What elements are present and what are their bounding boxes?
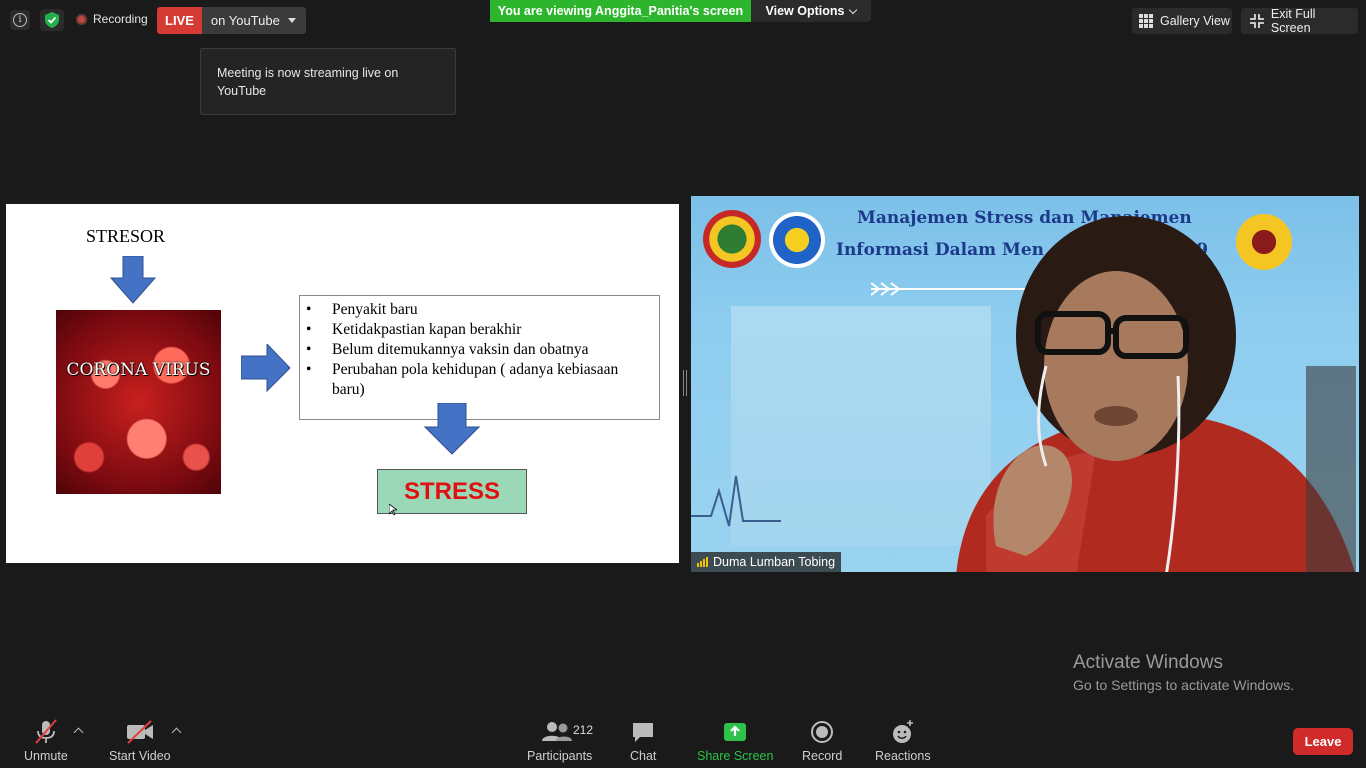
bullet-item: • Penyakit baru <box>306 301 418 318</box>
mouse-cursor-icon <box>389 504 397 516</box>
reactions-label: Reactions <box>875 749 931 763</box>
stressor-bullet-list: • Penyakit baru • Ketidakpastian kapan ber… <box>299 295 660 420</box>
smiley-plus-icon <box>890 719 916 745</box>
recording-dot-icon <box>76 13 87 25</box>
exit-fullscreen-icon <box>1250 14 1264 28</box>
institution-logo-1 <box>703 210 761 268</box>
view-options-label: View Options <box>765 4 845 18</box>
bullet-item: • Ketidakpastian kapan berakhir <box>306 321 522 338</box>
start-video-button[interactable]: Start Video <box>109 719 171 763</box>
top-bar: i Recording LIVE on YouTube You are view… <box>0 0 1366 42</box>
gallery-view-label: Gallery View <box>1160 14 1230 28</box>
bullet-item: • Belum ditemukannya vaksin dan obatnya <box>306 341 589 358</box>
stresor-heading: STRESOR <box>86 226 166 246</box>
institution-logo-2 <box>769 212 825 268</box>
meeting-toolbar: Unmute Start Video Participants 212 Chat… <box>0 713 1366 768</box>
activate-windows-title: Activate Windows <box>1073 652 1223 673</box>
view-options-button[interactable]: View Options <box>751 0 871 22</box>
live-destination-label: on YouTube <box>210 13 280 28</box>
shared-screen-slide: STRESOR CORONA VIRUS • Penyakit baru • Ket… <box>6 204 679 563</box>
chat-bubble-icon <box>630 719 656 745</box>
viewing-screen-banner: You are viewing Anggita_Panitia's screen <box>490 0 751 22</box>
participant-name: Duma Lumban Tobing <box>713 555 836 569</box>
virus-caption: CORONA VIRUS <box>66 360 211 380</box>
chat-label: Chat <box>630 749 657 763</box>
share-screen-label: Share Screen <box>697 749 774 763</box>
activate-windows-watermark: Activate Windows Go to Settings to activ… <box>1073 652 1294 693</box>
streaming-notification: Meeting is now streaming live on YouTube <box>200 48 456 115</box>
grid-icon <box>1139 14 1153 28</box>
zoom-meeting-window: i Recording LIVE on YouTube You are view… <box>0 0 1366 768</box>
arrow-right-icon <box>241 344 291 392</box>
recording-label: Recording <box>93 12 148 26</box>
live-stream-control[interactable]: LIVE on YouTube <box>157 7 306 34</box>
bullet-item: • Perubahan pola kehidupan ( adanya kebia… <box>306 361 619 398</box>
recording-indicator[interactable]: Recording <box>76 12 148 26</box>
activate-windows-subtitle: Go to Settings to activate Windows. <box>1073 677 1294 693</box>
start-video-label: Start Video <box>109 749 171 763</box>
info-icon: i <box>13 13 27 27</box>
speaker-video-feed <box>956 216 1356 572</box>
participant-video-tile[interactable]: Manajemen Stress dan Manajemen Informasi… <box>691 196 1359 572</box>
corona-virus-image: CORONA VIRUS <box>56 310 221 494</box>
arrow-down-icon <box>109 256 157 304</box>
share-screen-button[interactable]: Share Screen <box>697 719 773 763</box>
live-badge: LIVE <box>157 7 202 34</box>
unmute-button[interactable]: Unmute <box>24 719 68 763</box>
participants-count: 212 <box>573 723 594 737</box>
security-button[interactable] <box>40 9 64 31</box>
record-icon <box>810 719 834 745</box>
share-screen-icon <box>722 719 748 745</box>
participant-nameplate: Duma Lumban Tobing <box>691 552 842 572</box>
video-camera-off-icon <box>124 719 156 745</box>
audio-options-chevron-icon[interactable] <box>73 727 84 738</box>
arrow-down-icon <box>424 403 480 455</box>
leave-button[interactable]: Leave <box>1293 728 1353 755</box>
signal-strength-icon <box>697 557 708 567</box>
split-view-resize-handle[interactable] <box>683 370 687 396</box>
video-options-chevron-icon[interactable] <box>171 727 182 738</box>
shield-check-icon <box>45 12 59 28</box>
record-label: Record <box>802 749 843 763</box>
heartbeat-line-graphic <box>691 475 781 527</box>
stress-result-box: STRESS <box>377 469 527 514</box>
reactions-button[interactable]: Reactions <box>875 719 931 763</box>
participants-label: Participants <box>527 749 593 763</box>
gallery-view-button[interactable]: Gallery View <box>1132 8 1232 34</box>
meeting-info-button[interactable]: i <box>10 10 30 30</box>
live-destination-dropdown[interactable]: on YouTube <box>201 7 306 34</box>
chat-button[interactable]: Chat <box>630 719 656 763</box>
record-button[interactable]: Record <box>802 719 842 763</box>
chevron-down-icon <box>849 5 858 14</box>
unmute-label: Unmute <box>24 749 68 763</box>
microphone-muted-icon <box>31 719 61 745</box>
caret-down-icon <box>287 18 296 23</box>
exit-full-screen-label: Exit Full Screen <box>1270 7 1316 35</box>
exit-full-screen-button[interactable]: Exit Full Screen <box>1241 7 1358 35</box>
